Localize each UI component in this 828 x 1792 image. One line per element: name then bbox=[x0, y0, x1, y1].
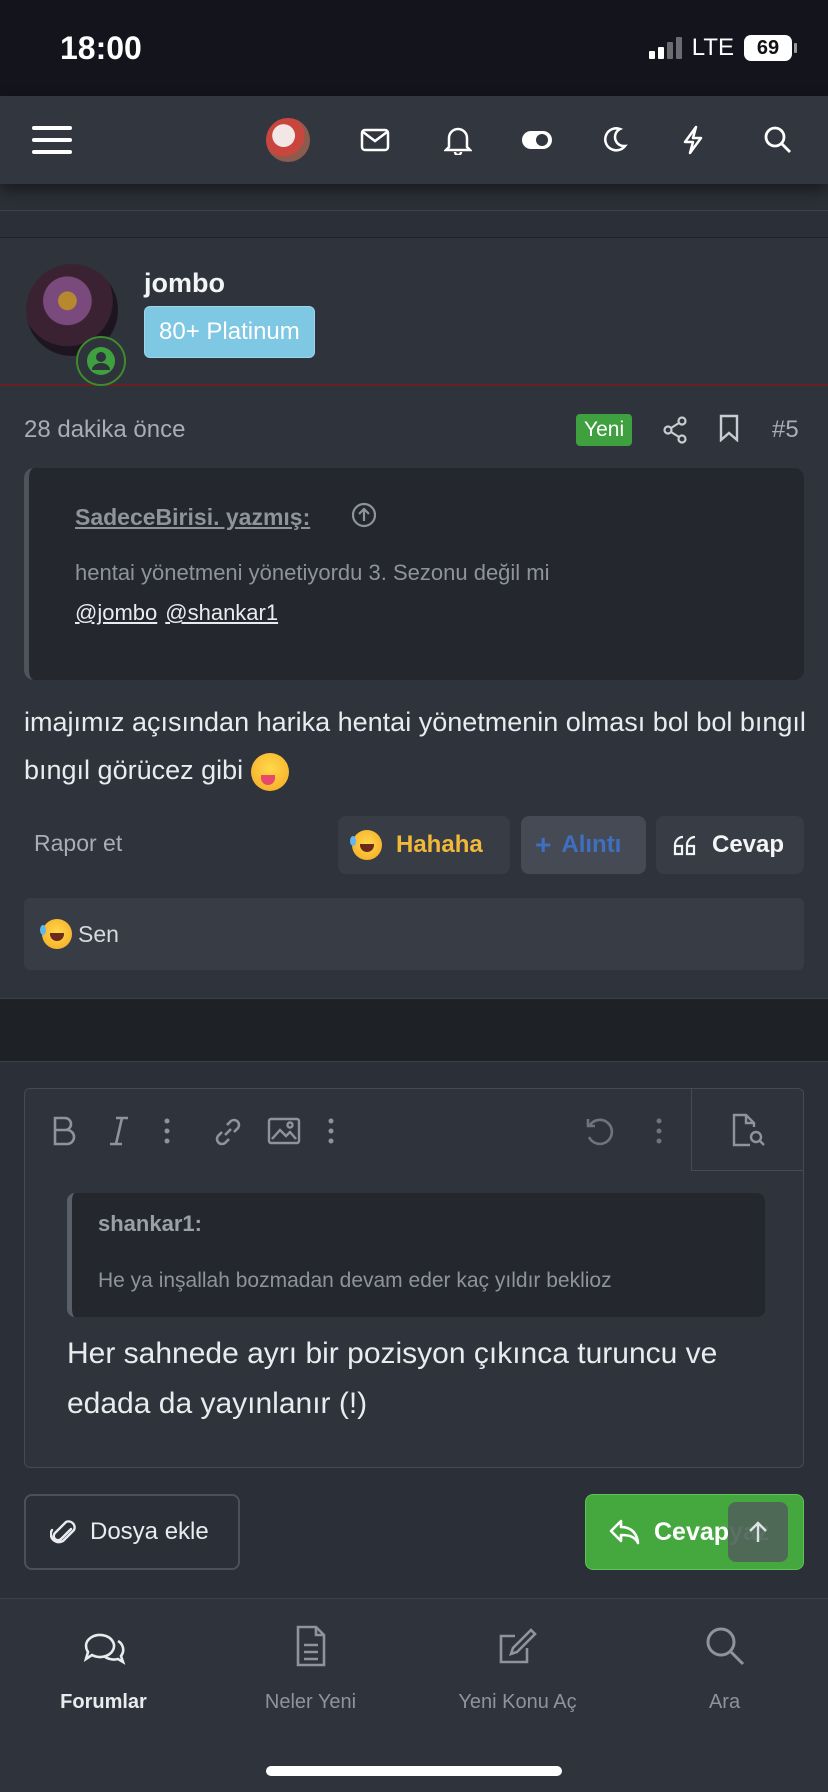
username[interactable]: jombo bbox=[144, 268, 225, 299]
arrow-up-circle-icon[interactable] bbox=[351, 502, 377, 533]
new-badge: Yeni bbox=[576, 414, 633, 446]
nav-label-search: Ara bbox=[708, 1691, 741, 1713]
online-status-icon bbox=[76, 336, 126, 386]
reply-arrow-icon bbox=[609, 1519, 640, 1545]
document-search-icon bbox=[732, 1113, 765, 1146]
undo-icon[interactable] bbox=[583, 1115, 617, 1154]
avatar[interactable] bbox=[266, 118, 310, 162]
editor-text[interactable]: Her sahnede ayrı bir pozisyon çıkınca tu… bbox=[67, 1329, 767, 1429]
attach-file-button[interactable]: Dosya ekle bbox=[24, 1494, 240, 1570]
yum-emoji-icon bbox=[250, 752, 289, 791]
nav-label-new-thread: Yeni Konu Aç bbox=[458, 1691, 577, 1713]
forum-post: jombo 80+ Platinum 28 dakika önce Yeni #… bbox=[0, 238, 828, 998]
post-timestamp[interactable]: 28 dakika önce bbox=[24, 416, 185, 444]
bolt-icon[interactable] bbox=[671, 118, 715, 162]
submit-reply-label: Cevap bbox=[654, 1517, 730, 1546]
search-icon bbox=[621, 1619, 828, 1673]
image-icon[interactable] bbox=[267, 1117, 301, 1150]
search-icon[interactable] bbox=[756, 118, 800, 162]
more-vertical-icon[interactable] bbox=[163, 1117, 171, 1150]
report-link[interactable]: Rapor et bbox=[34, 830, 122, 857]
quote-label: Alıntı bbox=[561, 831, 622, 858]
preview-tab[interactable] bbox=[691, 1089, 803, 1171]
attach-file-label: Dosya ekle bbox=[90, 1518, 209, 1545]
reactions-bar[interactable]: Sen bbox=[24, 898, 804, 970]
laughing-emoji-icon bbox=[350, 830, 382, 860]
italic-icon[interactable] bbox=[107, 1115, 131, 1152]
laughing-emoji-icon bbox=[40, 919, 72, 949]
quote-marks-icon bbox=[673, 835, 696, 856]
nav-item-new-thread[interactable]: Yeni Konu Aç bbox=[414, 1619, 621, 1714]
signal-icon bbox=[648, 37, 682, 59]
chat-bubbles-icon bbox=[0, 1619, 207, 1673]
reply-editor[interactable]: shankar1: He ya inşallah bozmadan devam … bbox=[24, 1088, 804, 1468]
more-vertical-icon[interactable] bbox=[655, 1117, 663, 1150]
nav-item-whats-new[interactable]: Neler Yeni bbox=[207, 1619, 414, 1714]
plus-icon: + bbox=[535, 829, 552, 860]
quote-mentions: @jombo @shankar1 bbox=[75, 600, 286, 626]
nav-label-forums: Forumlar bbox=[60, 1691, 147, 1713]
quote-author[interactable]: SadeceBirisi. yazmış: bbox=[75, 504, 310, 531]
editor-quote-author: shankar1: bbox=[98, 1211, 202, 1236]
quote-button[interactable]: + Alıntı bbox=[521, 816, 646, 874]
bookmark-icon[interactable] bbox=[718, 414, 740, 447]
hahaha-reaction-button[interactable]: Hahaha bbox=[338, 816, 510, 874]
mention-link[interactable]: @jombo bbox=[75, 600, 157, 625]
more-vertical-icon[interactable] bbox=[327, 1117, 335, 1150]
nav-label-whats-new: Neler Yeni bbox=[264, 1691, 357, 1713]
editor-quote-text: He ya inşallah bozmadan devam eder kaç y… bbox=[98, 1269, 612, 1292]
section-gap bbox=[0, 998, 828, 1062]
reactions-users: Sen bbox=[78, 920, 119, 947]
reply-button[interactable]: Cevap bbox=[656, 816, 804, 874]
moon-icon[interactable] bbox=[592, 118, 636, 162]
bold-icon[interactable] bbox=[51, 1115, 77, 1152]
network-label: LTE bbox=[691, 34, 734, 61]
menu-icon[interactable] bbox=[30, 118, 74, 162]
paperclip-icon bbox=[50, 1520, 76, 1544]
share-icon[interactable] bbox=[662, 416, 688, 449]
status-indicators: LTE 69 bbox=[648, 34, 797, 62]
status-bar: 18:00 LTE 69 bbox=[0, 0, 828, 96]
reply-label: Cevap bbox=[712, 831, 785, 858]
nav-item-forums[interactable]: Forumlar bbox=[0, 1619, 207, 1714]
mail-icon[interactable] bbox=[353, 118, 397, 162]
battery-icon: 69 bbox=[744, 35, 797, 61]
link-icon[interactable] bbox=[211, 1115, 245, 1154]
hahaha-label: Hahaha bbox=[396, 831, 483, 858]
arrow-up-icon bbox=[749, 1521, 767, 1542]
post-number[interactable]: #5 bbox=[772, 416, 799, 444]
post-body: imajımız açısından harika hentai yönetme… bbox=[24, 698, 814, 794]
edit-icon bbox=[414, 1619, 621, 1673]
scroll-to-top-button[interactable] bbox=[728, 1502, 788, 1562]
status-time: 18:00 bbox=[60, 30, 142, 66]
post-header: jombo 80+ Platinum bbox=[0, 238, 828, 386]
nav-item-search[interactable]: Ara bbox=[621, 1619, 828, 1714]
editor-quote-block: shankar1: He ya inşallah bozmadan devam … bbox=[67, 1193, 765, 1317]
home-indicator bbox=[266, 1766, 562, 1776]
section-divider bbox=[0, 210, 828, 238]
post-body-text: imajımız açısından harika hentai yönetme… bbox=[24, 707, 806, 785]
quote-text: hentai yönetmeni yönetiyordu 3. Sezonu d… bbox=[75, 560, 550, 585]
top-navigation bbox=[0, 96, 828, 184]
bottom-navigation: Forumlar Neler Yeni Yeni Konu Aç Ara bbox=[0, 1598, 828, 1792]
toggle-icon[interactable] bbox=[515, 118, 559, 162]
quoted-message: SadeceBirisi. yazmış: hentai yönetmeni y… bbox=[24, 468, 804, 680]
bell-icon[interactable] bbox=[436, 118, 480, 162]
mention-link[interactable]: @shankar1 bbox=[165, 600, 278, 625]
rank-badge: 80+ Platinum bbox=[144, 306, 315, 358]
document-icon bbox=[207, 1619, 414, 1673]
